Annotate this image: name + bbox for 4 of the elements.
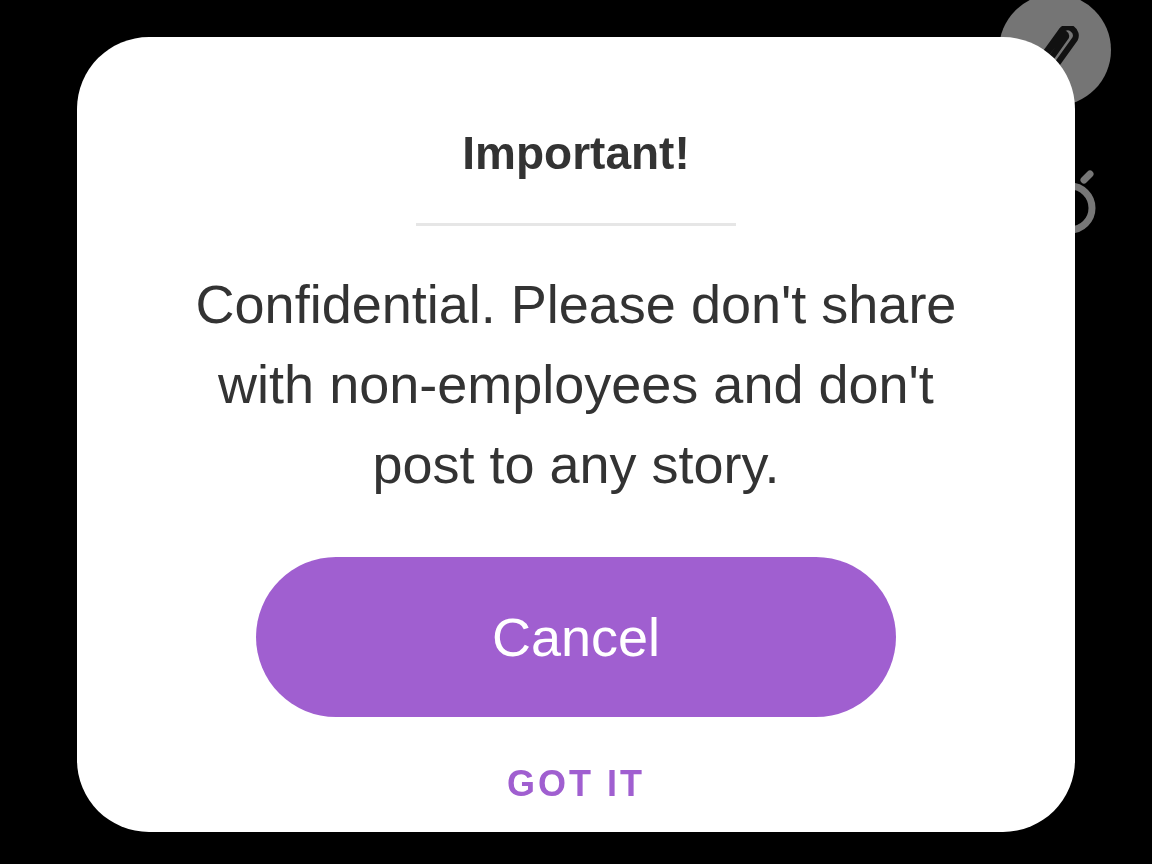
dialog-title: Important! <box>462 126 690 181</box>
dialog-message: Confidential. Please don't share with non-employees and don't post to any story. <box>194 273 958 496</box>
got-it-button[interactable]: GOT IT <box>501 759 651 809</box>
cancel-button[interactable]: Cancel <box>256 557 896 717</box>
